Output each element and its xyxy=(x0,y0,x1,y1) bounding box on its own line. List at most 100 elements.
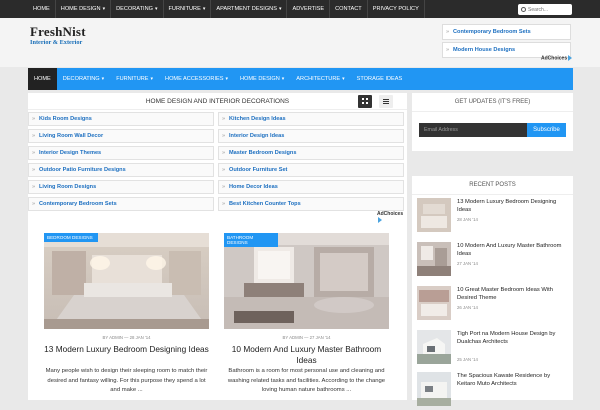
caret-down-icon: ▾ xyxy=(202,6,206,12)
mainnav-storage-ideas[interactable]: STORAGE IDEAS xyxy=(351,68,409,90)
category-link[interactable]: Best Kitchen Counter Tops xyxy=(218,197,404,211)
main-navigation: HOME DECORATING ▾ FURNITURE ▾ HOME ACCESSO… xyxy=(28,68,573,90)
mainnav-decorating[interactable]: DECORATING ▾ xyxy=(57,68,110,90)
search-icon[interactable] xyxy=(521,7,526,12)
recent-post-thumbnail[interactable] xyxy=(417,372,451,406)
post-excerpt: Many people wish to design their sleepin… xyxy=(45,368,208,394)
topnav-privacy-policy[interactable]: PRIVACY POLICY xyxy=(368,0,425,18)
recent-post-item[interactable]: Tigh Port na Modern House Design by Dual… xyxy=(417,330,567,368)
caret-down-icon: ▾ xyxy=(225,76,228,82)
topnav-home[interactable]: HOME xyxy=(28,0,56,18)
recent-post-thumbnail[interactable] xyxy=(417,286,451,320)
recent-post-item[interactable]: The Spacious Kawate Residence by Keitaro… xyxy=(417,372,567,410)
recent-post-thumbnail[interactable] xyxy=(417,198,451,232)
logo-title: FreshNist xyxy=(30,24,86,39)
logo-subtitle: Interior & Exterior xyxy=(30,39,83,46)
house-image xyxy=(417,330,451,364)
recent-post-title[interactable]: 10 Modern And Luxury Master Bathroom Ide… xyxy=(457,242,567,258)
grid-view-button[interactable] xyxy=(358,95,372,108)
bathroom-image xyxy=(417,242,451,276)
recent-post-item[interactable]: 13 Modern Luxury Bedroom Designing Ideas… xyxy=(417,198,567,236)
post-thumbnail[interactable] xyxy=(224,233,389,329)
recent-post-title[interactable]: The Spacious Kawate Residence by Keitaro… xyxy=(457,372,567,388)
post-excerpt: Bathroom is a room for most personal use… xyxy=(227,368,386,394)
subscribe-form: Email Address Subscribe xyxy=(419,123,566,137)
mainnav-architecture[interactable]: ARCHITECTURE ▾ xyxy=(290,68,350,90)
recent-post-thumbnail[interactable] xyxy=(417,330,451,364)
category-link[interactable]: Living Room Designs xyxy=(28,180,214,194)
post-thumbnail[interactable] xyxy=(44,233,209,329)
category-link[interactable]: Master Bedroom Designs xyxy=(218,146,404,160)
post-title[interactable]: 13 Modern Luxury Bedroom Designing Ideas xyxy=(44,344,209,355)
topnav-decorating[interactable]: DECORATING ▾ xyxy=(111,0,164,18)
recent-post-title[interactable]: Tigh Port na Modern House Design by Dual… xyxy=(457,330,567,346)
category-link[interactable]: Outdoor Furniture Set xyxy=(218,163,404,177)
recent-post-date: 27 JAN '14 xyxy=(457,261,478,266)
widget-title: RECENT POSTS xyxy=(412,176,573,195)
mainnav-home-accessories[interactable]: HOME ACCESSORIES ▾ xyxy=(159,68,234,90)
topnav-furniture[interactable]: FURNITURE ▾ xyxy=(164,0,212,18)
topnav-apartment-designs[interactable]: APARTMENT DESIGNS ▾ xyxy=(211,0,288,18)
category-link[interactable]: Outdoor Patio Furniture Designs xyxy=(28,163,214,177)
post-card: BEDROOM DESIGNS BY ADMIN — 28 JAN '14 13… xyxy=(44,233,209,403)
bathroom-image xyxy=(224,233,389,329)
recent-post-title[interactable]: 10 Great Master Bedroom Ideas With Desir… xyxy=(457,286,567,302)
ad-link[interactable]: Contemporary Bedroom Sets xyxy=(442,24,571,40)
category-link[interactable]: Kitchen Design Ideas xyxy=(218,112,404,126)
recent-post-title[interactable]: 13 Modern Luxury Bedroom Designing Ideas xyxy=(457,198,567,214)
search-input[interactable] xyxy=(528,5,568,14)
caret-down-icon: ▾ xyxy=(150,76,154,82)
email-field[interactable]: Email Address xyxy=(419,123,527,137)
subscribe-widget: GET UPDATES (IT'S FREE) Email Address Su… xyxy=(412,93,573,151)
adchoices-label[interactable]: AdChoices xyxy=(541,55,573,61)
top-search-box xyxy=(518,4,572,15)
post-card: BATHROOM DESIGNS BY ADMIN — 27 JAN '14 1… xyxy=(224,233,389,403)
caret-down-icon: ▾ xyxy=(281,76,285,82)
adchoices-label[interactable]: AdChoices xyxy=(377,211,407,223)
widget-title: GET UPDATES (IT'S FREE) xyxy=(412,93,573,112)
mainnav-home[interactable]: HOME xyxy=(28,68,57,90)
bedroom-image xyxy=(417,286,451,320)
subscribe-button[interactable]: Subscribe xyxy=(527,123,566,137)
caret-down-icon: ▾ xyxy=(342,76,345,82)
site-logo[interactable]: FreshNist Interior & Exterior xyxy=(30,25,86,46)
recent-post-date: 26 JAN '14 xyxy=(457,305,478,310)
grid-icon xyxy=(362,98,368,104)
post-meta: BY ADMIN — 28 JAN '14 xyxy=(102,335,151,340)
adchoices-icon xyxy=(378,217,382,223)
caret-down-icon: ▾ xyxy=(101,76,105,82)
section-title: HOME DESIGN AND INTERIOR DECORATIONS xyxy=(28,93,407,110)
house-image xyxy=(417,372,451,406)
category-link[interactable]: Home Decor Ideas xyxy=(218,180,404,194)
recent-post-item[interactable]: 10 Modern And Luxury Master Bathroom Ide… xyxy=(417,242,567,280)
post-title[interactable]: 10 Modern And Luxury Master Bathroom Ide… xyxy=(224,344,389,366)
recent-posts-widget: RECENT POSTS 13 Modern Luxury Bedroom De… xyxy=(412,176,573,406)
bedroom-image xyxy=(44,233,209,329)
bedroom-image xyxy=(417,198,451,232)
caret-down-icon: ▾ xyxy=(102,6,106,12)
recent-post-thumbnail[interactable] xyxy=(417,242,451,276)
caret-down-icon: ▾ xyxy=(154,6,158,12)
adchoices-icon xyxy=(568,55,573,61)
post-category-badge[interactable]: BEDROOM DESIGNS xyxy=(44,233,98,242)
list-icon xyxy=(383,99,389,104)
recent-post-date: 28 JAN '14 xyxy=(457,217,478,222)
category-link[interactable]: Contemporary Bedroom Sets xyxy=(28,197,214,211)
topnav-advertise[interactable]: ADVERTISE xyxy=(287,0,331,18)
post-category-badge[interactable]: BATHROOM DESIGNS xyxy=(224,233,278,247)
main-content: HOME DESIGN AND INTERIOR DECORATIONS Kid… xyxy=(28,93,407,400)
category-link[interactable]: Interior Design Ideas xyxy=(218,129,404,143)
recent-post-item[interactable]: 10 Great Master Bedroom Ideas With Desir… xyxy=(417,286,567,324)
caret-down-icon: ▾ xyxy=(278,6,282,12)
category-link[interactable]: Living Room Wall Decor xyxy=(28,129,214,143)
top-navigation: HOME HOME DESIGN ▾ DECORATING ▾ FURNITURE ▾… xyxy=(28,0,425,18)
category-link[interactable]: Interior Design Themes xyxy=(28,146,214,160)
post-meta: BY ADMIN — 27 JAN '14 xyxy=(282,335,331,340)
mainnav-furniture[interactable]: FURNITURE ▾ xyxy=(110,68,159,90)
topnav-contact[interactable]: CONTACT xyxy=(330,0,368,18)
category-link[interactable]: Kids Room Designs xyxy=(28,112,214,126)
list-view-button[interactable] xyxy=(379,95,393,108)
topnav-home-design[interactable]: HOME DESIGN ▾ xyxy=(56,0,112,18)
mainnav-home-design[interactable]: HOME DESIGN ▾ xyxy=(234,68,290,90)
top-bar: HOME HOME DESIGN ▾ DECORATING ▾ FURNITURE ▾… xyxy=(0,0,600,18)
